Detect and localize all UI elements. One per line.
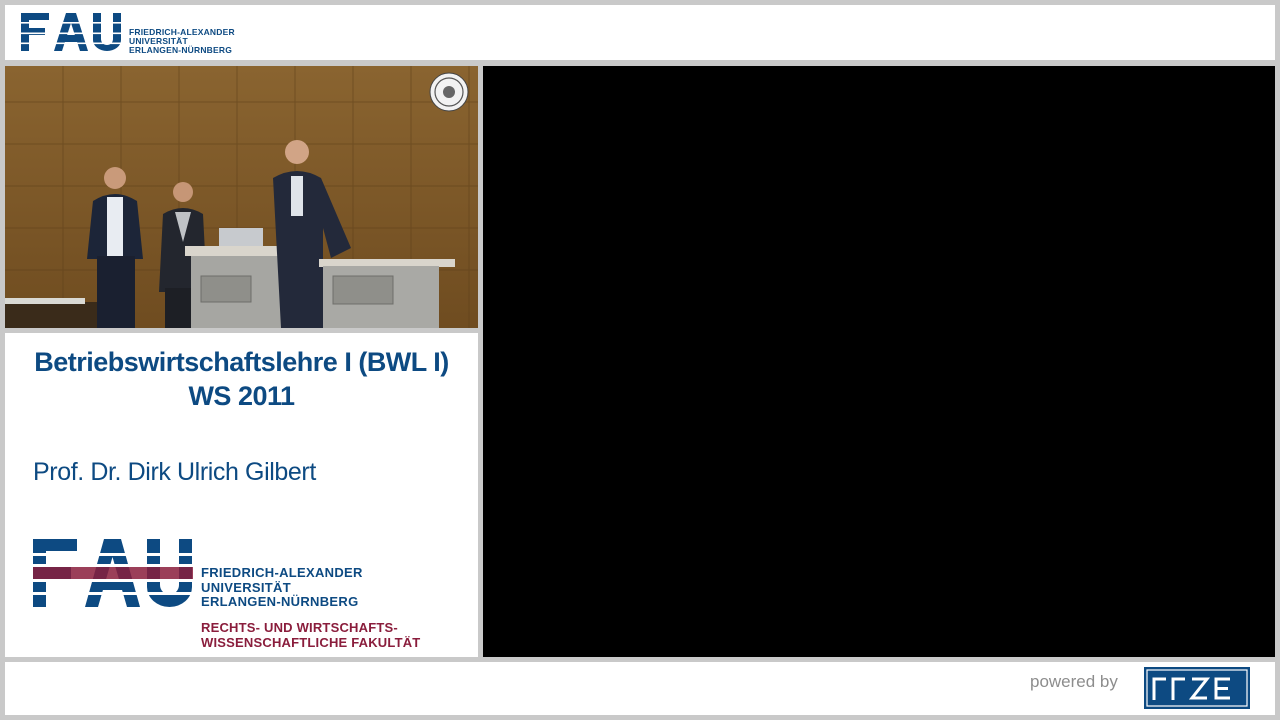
professor-name: Prof. Dr. Dirk Ulrich Gilbert xyxy=(33,458,316,486)
powered-by-label: powered by xyxy=(1030,672,1118,691)
course-info-panel: Betriebswirtschaftslehre I (BWL I) WS 20… xyxy=(5,333,478,657)
lecture-video-frame xyxy=(5,66,478,328)
course-title: Betriebswirtschaftslehre I (BWL I) xyxy=(34,347,449,377)
footer-bar: powered by xyxy=(5,662,1275,715)
university-seal-icon xyxy=(429,72,469,112)
rrze-logo[interactable] xyxy=(1144,667,1250,709)
slide-video[interactable] xyxy=(483,66,1275,657)
header-bar: FRIEDRICH-ALEXANDER UNIVERSITÄT ERLANGEN… xyxy=(5,5,1275,60)
header-university-name: FRIEDRICH-ALEXANDER UNIVERSITÄT ERLANGEN… xyxy=(129,27,235,55)
course-term: WS 2011 xyxy=(188,381,295,411)
fau-logo-small xyxy=(21,13,121,51)
lecture-video[interactable] xyxy=(5,66,478,328)
university-name: FRIEDRICH-ALEXANDER UNIVERSITÄT ERLANGEN… xyxy=(201,565,363,609)
fau-logo-large xyxy=(33,539,193,607)
faculty-name: RECHTS- UND WIRTSCHAFTS- WISSENSCHAFTLIC… xyxy=(201,620,421,650)
